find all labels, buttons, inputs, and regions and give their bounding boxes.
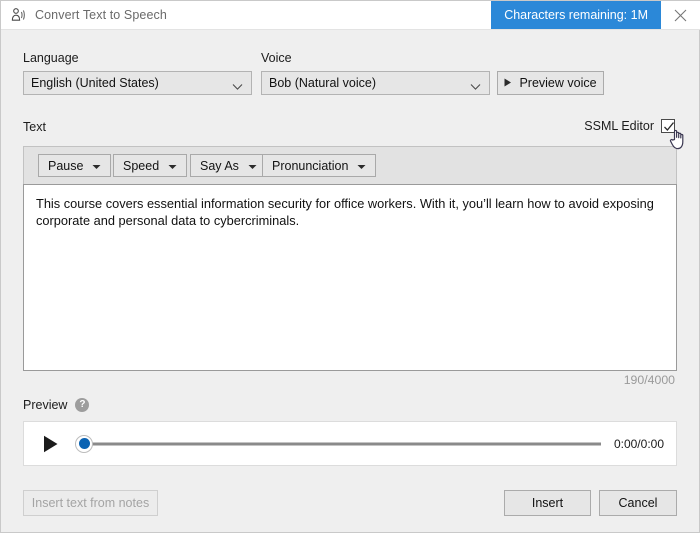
say-as-dropdown-button[interactable]: Say As xyxy=(190,154,267,177)
insert-text-from-notes-label: Insert text from notes xyxy=(31,496,150,510)
voice-label: Voice xyxy=(261,51,292,65)
language-value: English (United States) xyxy=(31,76,159,90)
character-counter: 190/4000 xyxy=(623,373,675,387)
play-button[interactable] xyxy=(38,431,64,457)
preview-voice-label: Preview voice xyxy=(519,76,597,90)
ssml-editor-label: SSML Editor xyxy=(584,119,654,133)
text-to-speech-icon xyxy=(10,7,26,23)
play-icon xyxy=(44,435,58,452)
titlebar-separator xyxy=(1,29,700,30)
convert-text-to-speech-dialog: Convert Text to Speech Characters remain… xyxy=(0,0,700,533)
ssml-editor-toggle[interactable]: SSML Editor xyxy=(584,119,675,133)
preview-label: Preview xyxy=(23,398,68,412)
chevron-down-icon xyxy=(232,80,243,90)
play-triangle-icon xyxy=(504,76,512,90)
characters-remaining-badge: Characters remaining: 1M xyxy=(491,1,661,29)
pause-dropdown-button[interactable]: Pause xyxy=(38,154,112,177)
chevron-down-icon xyxy=(92,159,101,173)
pronunciation-label: Pronunciation xyxy=(272,158,349,173)
playback-time: 0:00/0:00 xyxy=(613,436,664,451)
language-label: Language xyxy=(23,51,79,65)
insert-button[interactable]: Insert xyxy=(504,490,591,516)
preview-voice-button[interactable]: Preview voice xyxy=(497,71,604,95)
window-title: Convert Text to Speech xyxy=(35,8,167,22)
speed-dropdown-button[interactable]: Speed xyxy=(113,154,188,177)
playback-track[interactable] xyxy=(86,442,601,445)
chevron-down-icon xyxy=(168,159,177,173)
speed-label: Speed xyxy=(123,158,160,173)
text-input-area[interactable]: This course covers essential information… xyxy=(23,184,677,371)
insert-text-from-notes-button[interactable]: Insert text from notes xyxy=(23,490,158,516)
say-as-label: Say As xyxy=(200,158,239,173)
pause-label: Pause xyxy=(48,158,84,173)
voice-select[interactable]: Bob (Natural voice) xyxy=(261,71,490,95)
ssml-editor-checkbox[interactable] xyxy=(661,119,675,133)
language-select[interactable]: English (United States) xyxy=(23,71,252,95)
chevron-down-icon xyxy=(357,159,366,173)
close-icon xyxy=(674,9,686,21)
insert-label: Insert xyxy=(531,496,564,510)
audio-player: 0:00/0:00 xyxy=(23,421,677,466)
chevron-down-icon xyxy=(248,159,257,173)
pronunciation-dropdown-button[interactable]: Pronunciation xyxy=(262,154,377,177)
close-button[interactable] xyxy=(661,1,699,29)
ssml-toolbar: Pause Speed Say As Pronunciation xyxy=(23,146,677,184)
text-input-content: This course covers essential information… xyxy=(36,196,654,228)
checkmark-icon xyxy=(664,122,675,131)
playback-thumb[interactable] xyxy=(75,434,93,453)
cancel-button[interactable]: Cancel xyxy=(599,490,677,516)
preview-header: Preview ? xyxy=(23,398,90,412)
chevron-down-icon xyxy=(470,80,481,90)
text-label: Text xyxy=(23,120,46,134)
help-icon[interactable]: ? xyxy=(75,398,90,412)
voice-value: Bob (Natural voice) xyxy=(269,76,376,90)
cancel-label: Cancel xyxy=(618,496,658,510)
